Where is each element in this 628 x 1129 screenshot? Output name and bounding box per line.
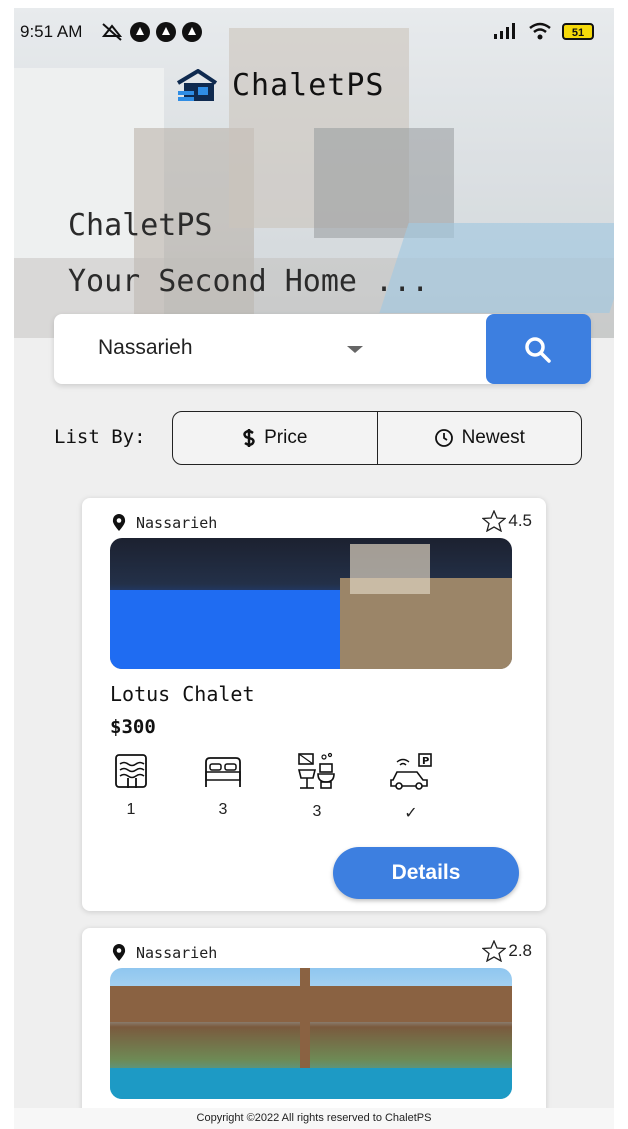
app-screen: 9:51 AM 51 ChaletPS ChaletPS Your Second…	[14, 8, 614, 1129]
sort-price-label: Price	[264, 427, 308, 448]
sort-newest-label: Newest	[461, 427, 525, 448]
rating-value: 4.5	[508, 511, 532, 530]
listing-location: Nassarieh	[112, 944, 217, 962]
amenity-parking-check: ✓	[404, 805, 418, 822]
hero-title: ChaletPS	[68, 208, 213, 243]
listing-card[interactable]: Nassarieh 4.5 Lotus Chalet $300 1 3 3 P …	[82, 498, 546, 911]
listing-photo[interactable]	[110, 538, 512, 669]
chevron-down-icon	[347, 346, 363, 353]
list-by-label: List By:	[54, 426, 146, 448]
star-icon	[482, 510, 507, 532]
listing-rating: 2.8	[482, 940, 532, 962]
listing-photo[interactable]	[110, 968, 512, 1099]
notification-icon	[130, 22, 150, 42]
brand-name: ChaletPS	[232, 68, 385, 103]
amenity-bathrooms: 3	[292, 752, 342, 821]
listing-rating: 4.5	[482, 510, 532, 532]
star-icon	[482, 940, 507, 962]
amenity-bathrooms-count: 3	[312, 803, 322, 820]
listing-location-text: Nassarieh	[136, 514, 218, 532]
listing-location-text: Nassarieh	[136, 944, 218, 962]
parking-icon: P	[390, 753, 432, 790]
search-button[interactable]	[486, 314, 591, 384]
amenity-bedrooms-count: 3	[218, 801, 228, 818]
details-button[interactable]: Details	[333, 847, 519, 899]
hero-subtitle: Your Second Home ...	[68, 264, 430, 299]
hero-tagline: ChaletPS Your Second Home ...	[68, 198, 429, 310]
brand-header: ChaletPS	[174, 68, 385, 103]
dollar-icon	[243, 429, 255, 447]
signal-icon	[494, 23, 515, 39]
location-pin-icon	[112, 944, 126, 961]
battery-icon: 51	[562, 22, 594, 40]
listing-card[interactable]: Nassarieh 2.8	[82, 928, 546, 1129]
listing-location: Nassarieh	[112, 514, 217, 532]
notification-icon	[156, 22, 176, 42]
bathroom-icon	[297, 752, 335, 789]
status-time: 9:51 AM	[20, 22, 83, 41]
selected-location: Nassarieh	[98, 336, 193, 359]
hero-banner: 9:51 AM 51 ChaletPS ChaletPS Your Second…	[14, 8, 614, 338]
pool-icon	[115, 754, 147, 788]
amenity-pool: 1	[106, 752, 156, 819]
listing-title: Lotus Chalet	[110, 682, 255, 706]
sort-toggle: Price Newest	[172, 411, 582, 465]
search-icon	[525, 337, 551, 363]
amenity-bedrooms: 3	[198, 752, 248, 819]
listing-price: $300	[110, 716, 156, 738]
amenity-pool-count: 1	[126, 801, 136, 818]
amenity-parking: P ✓	[386, 752, 436, 823]
sort-price-button[interactable]: Price	[173, 412, 377, 464]
location-pin-icon	[112, 514, 126, 531]
clock-icon	[434, 429, 453, 447]
sort-newest-button[interactable]: Newest	[376, 412, 582, 464]
svg-text:P: P	[422, 756, 429, 767]
footer-copyright: Copyright ©2022 All rights reserved to C…	[14, 1108, 614, 1129]
rating-value: 2.8	[508, 941, 532, 960]
bed-icon	[205, 757, 241, 787]
status-bar: 9:51 AM 51	[20, 22, 608, 50]
notification-icon	[182, 22, 202, 42]
logo-icon	[176, 68, 218, 101]
mute-icon	[101, 23, 123, 41]
wifi-icon	[529, 22, 551, 40]
